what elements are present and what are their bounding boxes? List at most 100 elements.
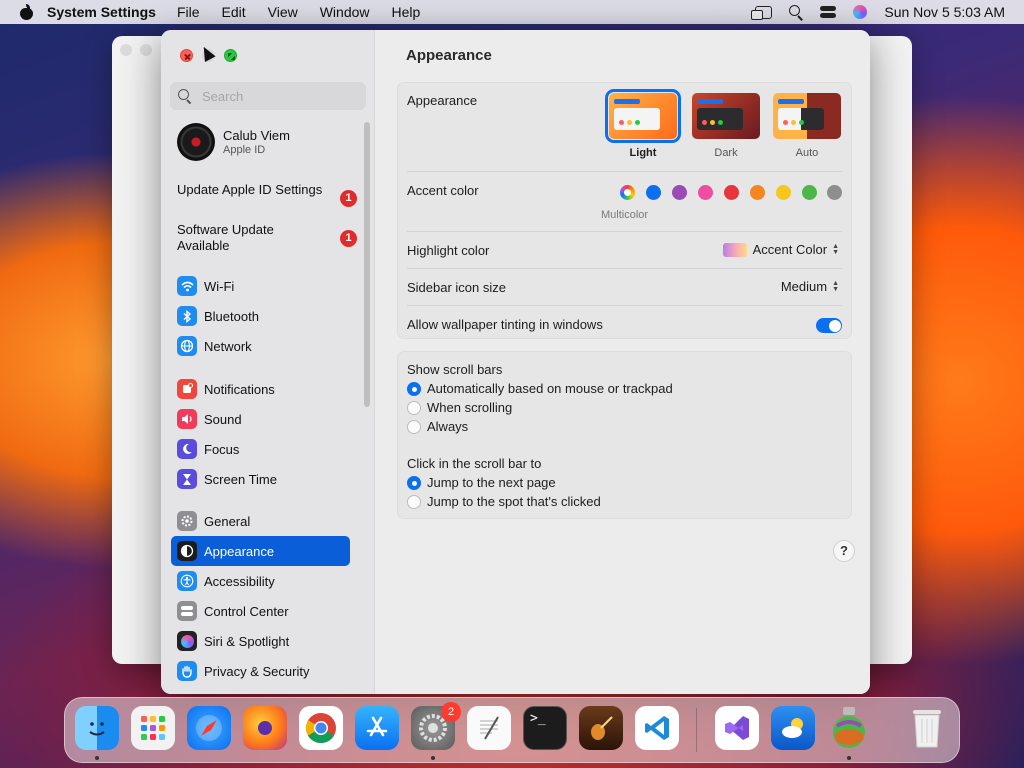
appearance-option-auto[interactable]: Auto [771,93,843,159]
safari-compass-icon [196,715,222,741]
radio-label: Jump to the next page [427,475,556,490]
sidebar-item-privacy-security[interactable]: Privacy & Security [171,656,350,686]
firefox-icon [258,721,272,735]
sidebar-item-notifications[interactable]: Notifications [171,374,350,404]
help-button[interactable]: ? [833,540,855,562]
sidebar-item-label: Screen Time [204,471,277,487]
appearance-option-dark[interactable]: Dark [690,93,762,159]
sidebar-item-focus[interactable]: Focus [171,434,350,464]
dock-trash[interactable] [905,706,949,750]
accent-swatch-yellow[interactable] [776,185,791,200]
radio-unselected [407,400,421,415]
bell-icon [177,379,197,399]
scroll-bars-option-automatic[interactable]: Automatically based on mouse or trackpad [407,381,673,396]
visual-studio-icon [725,716,749,740]
zoom-button[interactable] [224,49,237,62]
appearance-option-label: Light [629,147,657,159]
search-field[interactable] [170,82,366,110]
appearance-option-light[interactable]: Light [605,89,681,159]
page-title: Appearance [406,47,492,64]
search-input[interactable] [200,87,350,105]
control-center-icon [177,601,197,621]
speaker-icon [177,409,197,429]
bg-close-button[interactable] [120,44,132,56]
scroll-bars-option-always[interactable]: Always [407,419,468,434]
dock-textedit[interactable] [467,706,511,750]
gear-icon [177,511,197,531]
highlight-color-label: Highlight color [407,243,490,258]
radio-label: Always [427,419,469,434]
sidebar-icon-size-label: Sidebar icon size [407,280,506,295]
radio-label: Automatically based on mouse or trackpad [427,381,673,396]
menu-view[interactable]: View [268,4,298,20]
scroll-bars-option-when-scrolling[interactable]: When scrolling [407,400,512,415]
menu-clock[interactable]: Sun Nov 5 5:03 AM [884,4,1005,20]
dock-launchpad[interactable] [131,706,175,750]
menu-edit[interactable]: Edit [222,4,246,20]
bg-minimize-button[interactable] [140,44,152,56]
trash-icon [913,710,941,748]
dock-terminal[interactable]: >_ [523,706,567,750]
sidebar-item-screen-time[interactable]: Screen Time [171,464,350,494]
accent-swatch-pink[interactable] [698,185,713,200]
dock-garageband[interactable] [579,706,623,750]
wallpaper-tinting-toggle[interactable] [816,318,842,333]
sidebar-scrollbar[interactable] [364,122,370,407]
stage-manager-icon[interactable] [751,5,773,20]
menu-window[interactable]: Window [320,4,370,20]
sidebar-item-control-center[interactable]: Control Center [171,596,350,626]
accent-swatch-green[interactable] [802,185,817,200]
sidebar-item-appearance[interactable]: Appearance [171,536,350,566]
launchpad-icon [141,716,165,740]
notification-badge: 1 [340,230,357,247]
click-scroll-option-next-page[interactable]: Jump to the next page [407,475,556,490]
dock-firefox[interactable] [243,706,287,750]
sidebar-icon-size-popup[interactable]: Medium ▲ ▼ [781,279,839,294]
sidebar-item-sound[interactable]: Sound [171,404,350,434]
sidebar-item-label: General [204,513,251,529]
moon-icon [177,439,197,459]
accent-swatch-red[interactable] [724,185,739,200]
bluetooth-icon [177,306,197,326]
apple-id-account[interactable]: Calub Viem Apple ID [177,123,290,161]
alert-software-update[interactable]: Software Update Available 1 [177,222,357,254]
sidebar-item-bluetooth[interactable]: Bluetooth [171,301,350,331]
menu-help[interactable]: Help [392,4,421,20]
appearance-icon [177,541,197,561]
hourglass-icon [177,469,197,489]
user-subtitle: Apple ID [223,144,266,156]
accent-swatch-blue[interactable] [646,185,661,200]
alert-update-apple-id[interactable]: Update Apple ID Settings 1 [177,182,357,207]
radio-selected [407,475,421,490]
guitar-icon [591,716,613,740]
accent-swatch-multicolor[interactable] [620,185,635,200]
dock-safari[interactable] [187,706,231,750]
sidebar-item-siri-spotlight[interactable]: Siri & Spotlight [171,626,350,656]
highlight-color-popup[interactable]: Accent Color ▲ ▼ [722,242,839,257]
menu-file[interactable]: File [177,4,200,20]
accent-swatch-orange[interactable] [750,185,765,200]
terminal-prompt-icon: >_ [530,711,546,726]
dock-app-store[interactable] [355,706,399,750]
sidebar-item-accessibility[interactable]: Accessibility [171,566,350,596]
sidebar-item-general[interactable]: General [171,506,350,536]
dock-vscode[interactable] [635,706,679,750]
control-center-icon[interactable] [820,5,837,19]
close-button[interactable] [180,49,193,62]
click-scroll-option-spot-clicked[interactable]: Jump to the spot that's clicked [407,494,601,509]
accent-swatch-graphite[interactable] [827,185,842,200]
dock-visual-studio[interactable] [715,706,759,750]
accent-swatch-purple[interactable] [672,185,687,200]
dock-simulator[interactable] [827,706,871,750]
apple-menu-icon[interactable] [19,4,33,20]
dock-finder[interactable] [75,706,119,750]
sidebar-item-wifi[interactable]: Wi-Fi [171,271,350,301]
sidebar-item-network[interactable]: Network [171,331,350,361]
dock-chrome[interactable] [299,706,343,750]
spotlight-search-icon[interactable] [789,5,803,19]
dock-weather[interactable] [771,706,815,750]
sidebar-item-label: Privacy & Security [204,663,310,679]
siri-icon[interactable] [853,5,868,19]
menu-app-name[interactable]: System Settings [47,4,156,20]
dark-mode-thumbnail [692,93,760,139]
